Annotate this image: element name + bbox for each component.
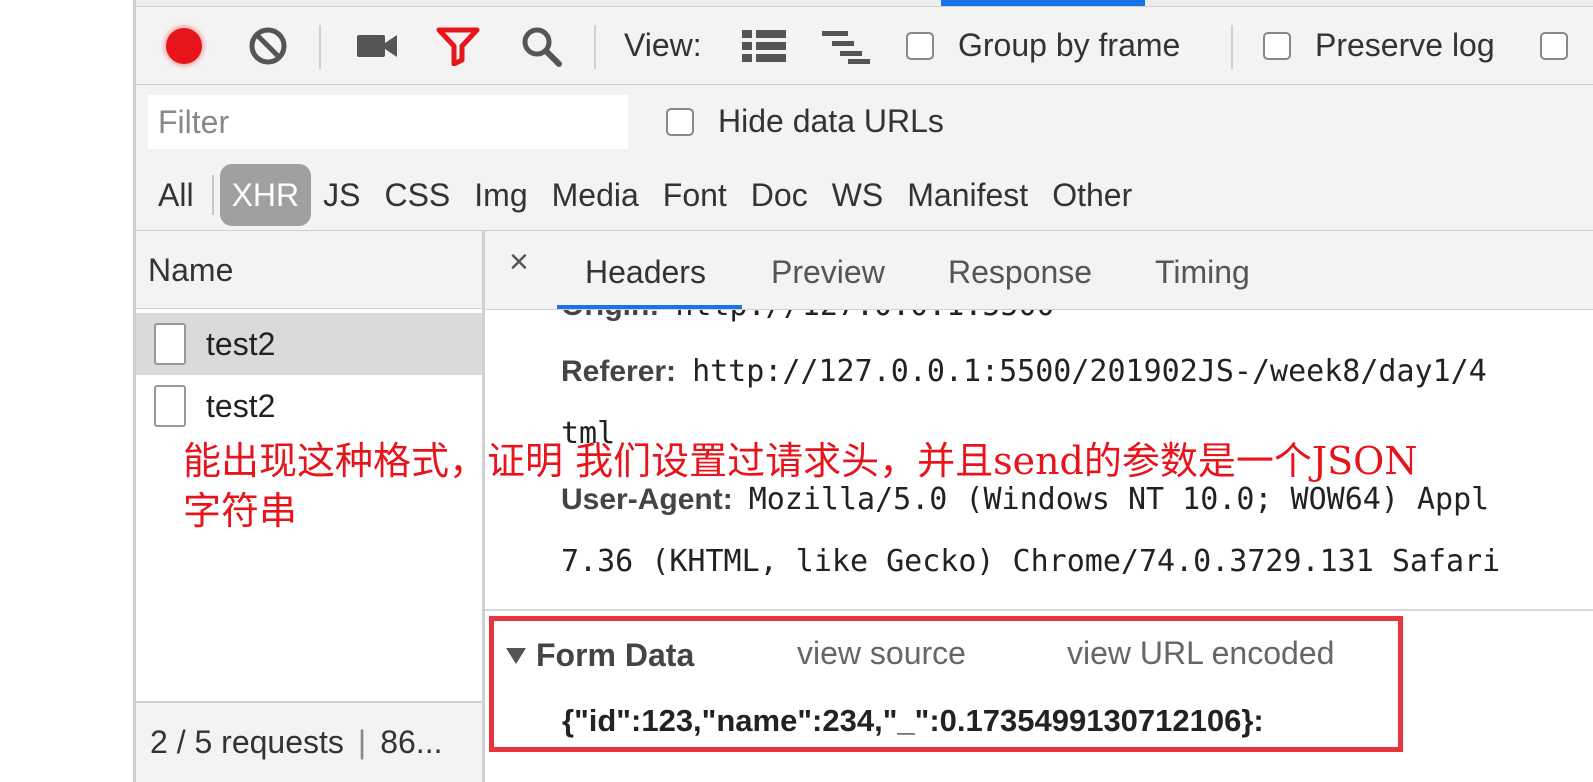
name-column-header[interactable]: Name bbox=[136, 231, 482, 309]
record-icon bbox=[166, 27, 202, 64]
search-icon bbox=[522, 27, 562, 67]
section-divider bbox=[485, 609, 1593, 611]
toolbar-separator bbox=[1231, 25, 1233, 69]
view-label: View: bbox=[624, 27, 702, 63]
active-tab-indicator bbox=[557, 305, 742, 309]
header-user-agent-wrap: 7.36 (KHTML, like Gecko) Chrome/74.0.372… bbox=[561, 544, 1501, 579]
disable-cache-toggle[interactable] bbox=[1540, 7, 1568, 84]
type-manifest[interactable]: Manifest bbox=[895, 164, 1040, 226]
preserve-log-label: Preserve log bbox=[1315, 27, 1495, 63]
preserve-log-checkbox[interactable] bbox=[1263, 31, 1291, 60]
annotation-line-2: 字符串 bbox=[183, 489, 298, 533]
transferred-size: 86... bbox=[380, 724, 443, 760]
tab-timing[interactable]: Timing bbox=[1155, 231, 1250, 309]
details-tabbar: × Headers Preview Response Timing bbox=[485, 231, 1593, 310]
hide-data-urls-toggle[interactable]: Hide data URLs bbox=[666, 103, 944, 140]
capture-screenshots-button[interactable] bbox=[356, 7, 398, 84]
toolbar-separator bbox=[319, 25, 321, 69]
header-referer: Referer: http://127.0.0.1:5500/201902JS-/… bbox=[561, 354, 1487, 389]
waterfall-icon bbox=[822, 30, 870, 64]
network-toolbar: View: Group by frame Preserve log bbox=[136, 7, 1593, 85]
form-data-section: Form Data view source view URL encoded {… bbox=[489, 616, 1403, 752]
summary-status-bar: 2 / 5 requests | 86... bbox=[136, 701, 482, 782]
search-button[interactable] bbox=[520, 7, 562, 84]
type-media[interactable]: Media bbox=[540, 164, 651, 226]
type-js[interactable]: JS bbox=[311, 164, 372, 226]
request-name: test2 bbox=[206, 325, 276, 362]
disable-cache-checkbox[interactable] bbox=[1540, 31, 1568, 60]
filter-funnel-icon bbox=[436, 27, 480, 66]
form-data-payload: {"id":123,"name":234,"_":0.1735499130712… bbox=[562, 703, 1264, 738]
group-by-frame-label: Group by frame bbox=[958, 27, 1181, 63]
request-count: 2 / 5 requests bbox=[150, 724, 344, 760]
large-rows-button[interactable] bbox=[742, 7, 786, 84]
record-button[interactable] bbox=[166, 7, 202, 84]
type-font[interactable]: Font bbox=[651, 164, 739, 226]
resource-type-filter: All XHR JS CSS Img Media Font Doc WS Man… bbox=[136, 163, 1144, 227]
hide-data-urls-label: Hide data URLs bbox=[718, 103, 944, 139]
type-all[interactable]: All bbox=[146, 164, 206, 226]
toolbar-separator bbox=[594, 25, 596, 69]
tab-preview[interactable]: Preview bbox=[771, 231, 885, 309]
type-ws[interactable]: WS bbox=[820, 164, 896, 226]
form-data-toggle[interactable]: Form Data bbox=[506, 637, 694, 674]
view-source-link[interactable]: view source bbox=[797, 635, 966, 672]
status-divider: | bbox=[357, 724, 367, 760]
filter-toggle-button[interactable] bbox=[436, 7, 480, 84]
document-icon bbox=[154, 385, 186, 427]
panel-tabs-strip bbox=[136, 0, 1593, 7]
overview-button[interactable] bbox=[822, 7, 872, 84]
network-tab-indicator bbox=[941, 0, 1145, 6]
tab-headers[interactable]: Headers bbox=[585, 231, 706, 309]
annotation-line-1: 能出现这种格式，证明 我们设置过请求头，并且send的参数是一个JSON bbox=[183, 439, 1418, 483]
type-css[interactable]: CSS bbox=[372, 164, 462, 226]
view-url-encoded-link[interactable]: view URL encoded bbox=[1067, 635, 1334, 672]
close-icon[interactable]: × bbox=[509, 243, 529, 282]
list-view-icon bbox=[742, 29, 786, 62]
filter-input[interactable] bbox=[148, 95, 628, 149]
request-row[interactable]: test2 bbox=[136, 375, 482, 437]
type-xhr[interactable]: XHR bbox=[219, 164, 312, 226]
clear-button[interactable] bbox=[248, 7, 288, 84]
form-data-title: Form Data bbox=[536, 637, 695, 673]
group-by-frame-toggle[interactable]: Group by frame bbox=[906, 7, 1180, 84]
video-camera-icon bbox=[357, 34, 397, 57]
hide-data-urls-checkbox[interactable] bbox=[666, 107, 694, 136]
type-img[interactable]: Img bbox=[462, 164, 539, 226]
filter-bar: Hide data URLs All XHR JS CSS Img Media … bbox=[136, 85, 1593, 231]
preserve-log-toggle[interactable]: Preserve log bbox=[1263, 7, 1495, 84]
group-by-frame-checkbox[interactable] bbox=[906, 31, 934, 60]
header-origin: Origin:http://127.0.0.1:5500 bbox=[561, 310, 1055, 323]
request-name: test2 bbox=[206, 387, 276, 424]
expand-triangle-icon bbox=[506, 647, 526, 664]
type-separator bbox=[211, 175, 214, 215]
devtools-panel: View: Group by frame Preserve log Filter… bbox=[133, 0, 1593, 782]
type-other[interactable]: Other bbox=[1040, 164, 1144, 226]
type-doc[interactable]: Doc bbox=[739, 164, 820, 226]
clear-icon bbox=[249, 27, 287, 64]
tab-response[interactable]: Response bbox=[948, 231, 1092, 309]
document-icon bbox=[154, 323, 186, 365]
request-row[interactable]: test2 bbox=[136, 313, 482, 375]
annotation-note: 能出现这种格式，证明 我们设置过请求头，并且send的参数是一个JSON 字符串 bbox=[183, 436, 1563, 536]
